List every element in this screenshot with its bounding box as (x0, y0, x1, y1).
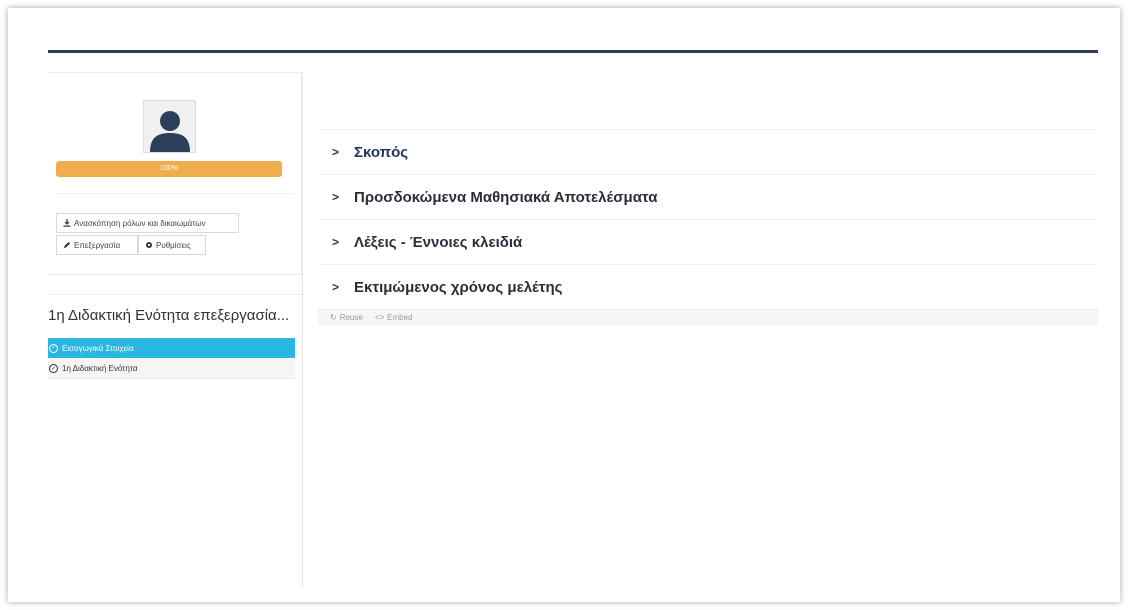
user-silhouette-icon (149, 111, 190, 152)
overview-roles-button[interactable]: Ανασκόπηση ρόλων και δικαιωμάτων (56, 213, 239, 233)
edit-label: Επεξεργασία (74, 240, 121, 250)
profile-card: 100% Ανασκόπηση ρόλων και δικαιωμάτων Επ… (48, 72, 302, 275)
progress-label: 100% (160, 165, 178, 172)
unit-item-first-unit[interactable]: ✓ 1η Διδακτική Ενότητα (48, 359, 295, 379)
check-circle-icon: ✓ (49, 343, 58, 353)
unit-item-label: Εισαγωγικά Στοιχεία (62, 343, 134, 353)
unit-item-label: 1η Διδακτική Ενότητα (62, 364, 138, 373)
accordion-item-purpose[interactable]: > Σκοπός (318, 129, 1098, 174)
accordion-item-learning-outcomes[interactable]: > Προσδοκώμενα Μαθησιακά Αποτελέσματα (318, 174, 1098, 219)
content-accordion: > Σκοπός > Προσδοκώμενα Μαθησιακά Αποτελ… (318, 129, 1098, 325)
check-circle-icon: ✓ (49, 364, 58, 373)
divider (56, 193, 294, 194)
accordion-item-keywords[interactable]: > Λέξεις - Έννοιες κλειδιά (318, 219, 1098, 264)
progress-bar: 100% (56, 161, 282, 177)
accordion-title: Προσδοκώμενα Μαθησιακά Αποτελέσματα (354, 188, 658, 206)
edit-button[interactable]: Επεξεργασία (56, 235, 138, 255)
chevron-right-icon: > (332, 145, 340, 159)
unit-item-intro[interactable]: ✓ Εισαγωγικά Στοιχεία (48, 338, 295, 358)
top-bar (48, 50, 1098, 53)
pencil-icon (64, 242, 70, 248)
left-sidebar: 100% Ανασκόπηση ρόλων και δικαιωμάτων Επ… (48, 72, 303, 587)
gear-icon (146, 242, 152, 248)
chevron-right-icon: > (332, 190, 340, 204)
settings-label: Ρυθμίσεις (156, 240, 191, 250)
reuse-button[interactable]: ↻ Reuse (330, 313, 363, 322)
embed-button[interactable]: <> Embed (375, 313, 413, 322)
accordion-title: Σκοπός (354, 143, 409, 161)
code-icon: <> (374, 313, 385, 322)
accordion-title: Λέξεις - Έννοιες κλειδιά (354, 233, 523, 251)
overview-roles-label: Ανασκόπηση ρόλων και δικαιωμάτων (74, 218, 206, 228)
settings-button[interactable]: Ρυθμίσεις (138, 235, 206, 255)
chevron-right-icon: > (332, 235, 340, 249)
reuse-label: Reuse (339, 313, 363, 322)
refresh-icon: ↻ (330, 313, 337, 322)
unit-title: 1η Διδακτική Ενότητα επεξεργασία... (48, 307, 290, 324)
accordion-item-study-time[interactable]: > Εκτιμώμενος χρόνος μελέτης (318, 264, 1098, 309)
download-icon (63, 219, 71, 227)
chevron-right-icon: > (332, 280, 340, 294)
accordion-title: Εκτιμώμενος χρόνος μελέτης (354, 278, 563, 296)
avatar (143, 100, 196, 153)
embed-label: Embed (387, 313, 413, 322)
content-actions-bar: ↻ Reuse <> Embed (318, 309, 1098, 325)
page-frame: 100% Ανασκόπηση ρόλων και δικαιωμάτων Επ… (8, 8, 1120, 602)
